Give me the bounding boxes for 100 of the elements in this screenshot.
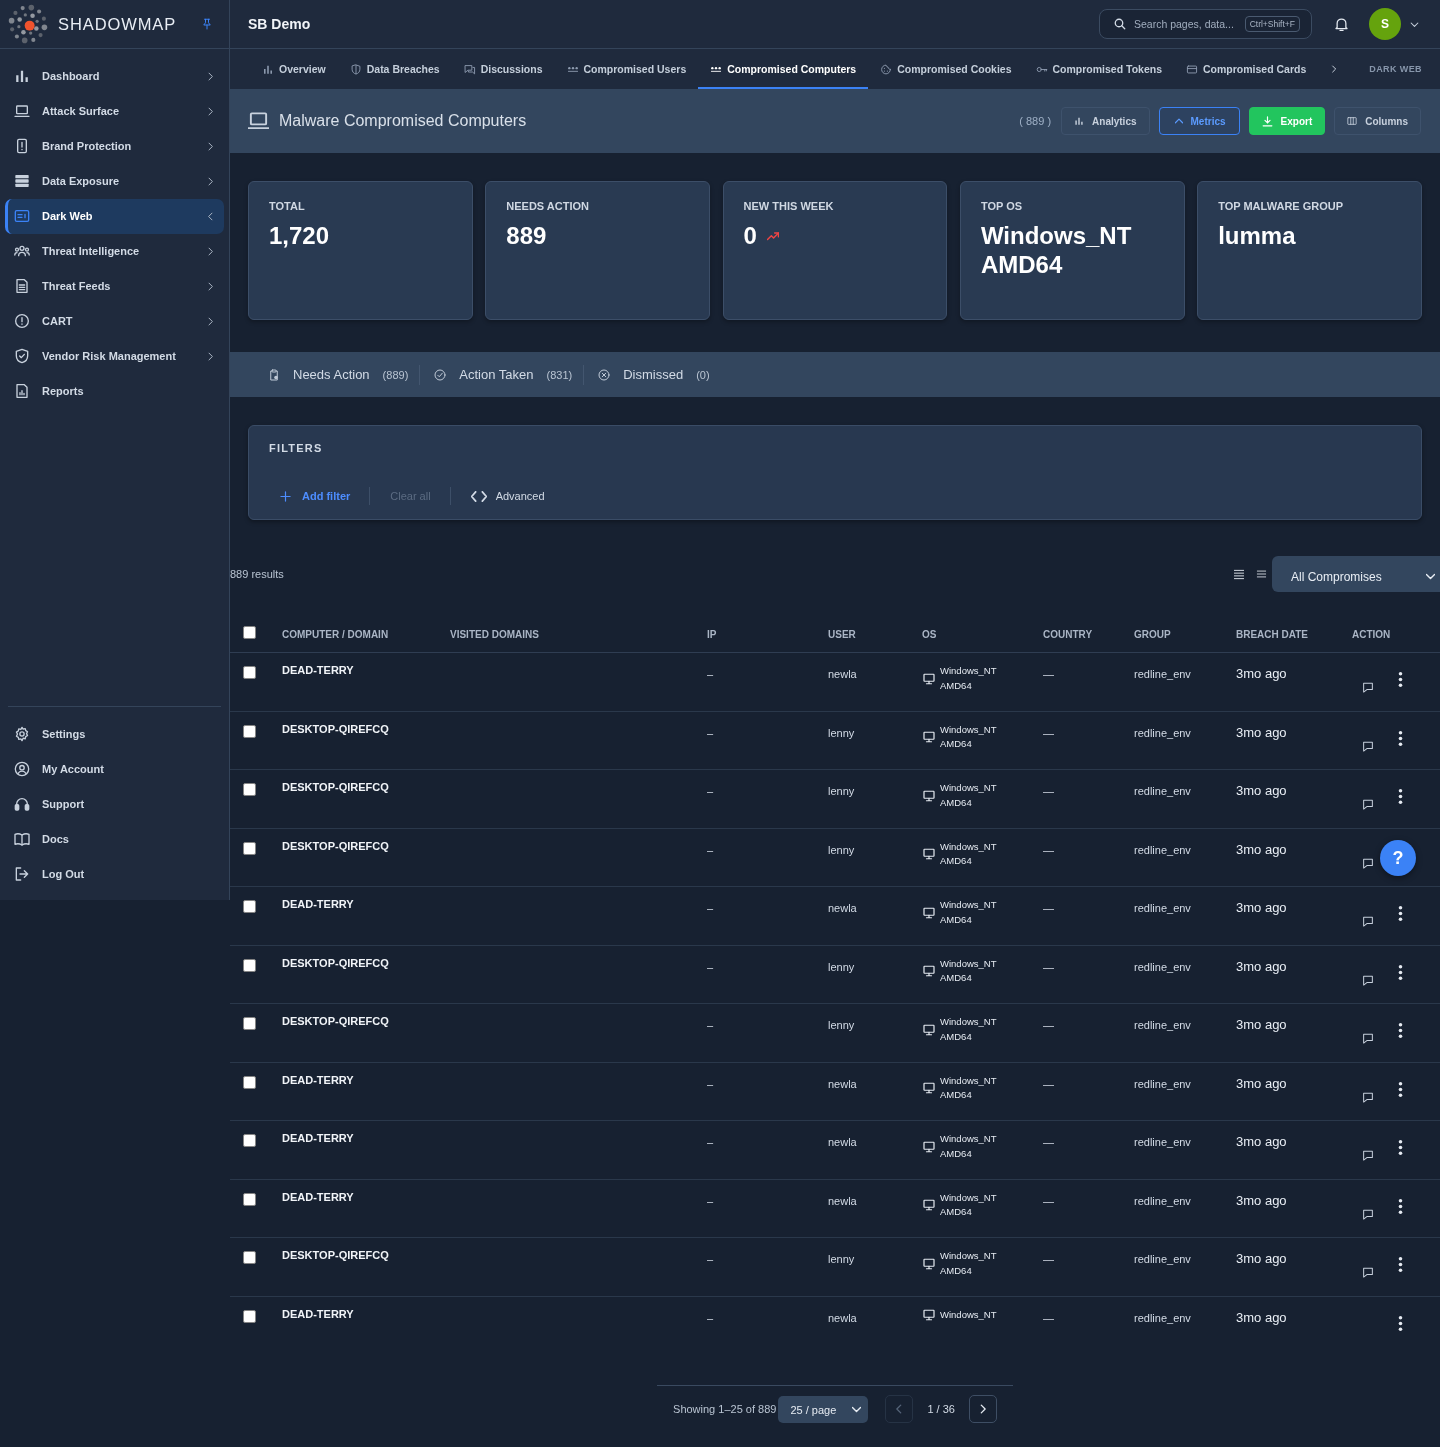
os-name: Windows_NT AMD64 [940,1249,997,1278]
kebab-menu-icon[interactable] [1398,1023,1403,1038]
nav-item[interactable]: CART [5,303,224,339]
comment-icon[interactable] [1362,974,1374,986]
nav-item[interactable]: Support [5,786,224,822]
kebab-menu-icon[interactable] [1398,1081,1403,1097]
comment-icon[interactable] [1362,916,1374,927]
comment-icon[interactable] [1362,857,1374,869]
nav-item[interactable]: Data Exposure [5,163,224,199]
user-name: newla [828,1311,857,1324]
kebab-menu-icon[interactable] [1398,1315,1403,1331]
comment-icon[interactable] [1362,799,1374,810]
column-header: IP [707,628,717,640]
nav-item[interactable]: Log Out [5,856,224,892]
kebab-menu-icon[interactable] [1398,730,1403,746]
ip-value: – [707,902,714,914]
pin-icon[interactable] [201,17,213,31]
next-page-button[interactable] [968,1395,997,1423]
nav-item[interactable]: Docs [5,821,224,857]
select-all-checkbox[interactable] [243,626,256,639]
country-value: — [1043,668,1054,680]
breach-date: 3mo ago [1236,958,1287,974]
nav-item[interactable]: My Account [5,751,224,787]
breach-date: 3mo ago [1236,1017,1287,1032]
os-name: Windows_NT AMD64 [940,1190,997,1219]
bell-icon[interactable] [1334,16,1349,32]
breach-date: 3mo ago [1236,900,1287,915]
kebab-menu-icon[interactable] [1398,672,1403,687]
report-icon [14,383,30,399]
chevron-right-icon[interactable] [1330,64,1339,74]
metric-label: TOP OS [980,199,1024,213]
add-filter-button[interactable]: Add filter [269,490,370,502]
tab[interactable]: Compromised Cookies [868,49,1024,89]
row-checkbox[interactable] [243,1251,256,1264]
row-checkbox[interactable] [243,724,256,738]
metrics-button[interactable]: Metrics [1158,107,1240,135]
list-icon[interactable] [1256,569,1267,579]
kebab-menu-icon[interactable] [1398,964,1403,980]
chevron-down-icon[interactable] [1410,19,1419,29]
nav-item[interactable]: Settings [5,716,224,752]
tab[interactable]: Discussions [451,49,555,89]
row-checkbox[interactable] [243,900,256,913]
breach-date: 3mo ago [1236,1075,1287,1091]
user-name: lenny [828,1019,855,1031]
tab[interactable]: Data Breaches [337,49,452,89]
row-checkbox[interactable] [243,1192,256,1206]
status-tab[interactable]: Needs Action (889) [268,367,409,382]
status-tab[interactable]: Action Taken (831) [434,367,573,382]
kebab-menu-icon[interactable] [1398,1140,1403,1155]
view-filter-dropdown[interactable]: All Compromises [1272,556,1440,592]
comment-icon[interactable] [1362,1267,1374,1278]
comment-icon[interactable] [1362,1091,1374,1103]
row-checkbox[interactable] [243,1075,256,1089]
tab[interactable]: Compromised Cards [1174,49,1319,89]
columns-icon [1347,116,1358,126]
row-checkbox[interactable] [243,666,256,679]
nav-item[interactable]: Threat Feeds [5,268,224,304]
nav-item[interactable]: Threat Intelligence [5,233,224,269]
shortcut-hint: Ctrl+Shift+F [1244,16,1300,32]
row-checkbox[interactable] [243,1134,256,1147]
tab[interactable]: Compromised Tokens [1023,49,1175,89]
row-checkbox[interactable] [243,841,256,855]
tab[interactable]: Overview [250,49,338,89]
comment-icon[interactable] [1362,682,1374,693]
dense-list-icon[interactable] [1233,568,1245,580]
columns-button[interactable]: Columns [1334,107,1421,135]
row-checkbox[interactable] [243,1017,256,1030]
os-name: Windows_NT AMD64 [940,664,997,693]
shield-check-icon [14,348,30,364]
row-checkbox[interactable] [243,1309,256,1323]
nav-item[interactable]: Dark Web [5,198,224,234]
nav-item[interactable]: Brand Protection [5,128,224,164]
kebab-menu-icon[interactable] [1398,789,1403,804]
monitor-icon [922,1308,936,1321]
kebab-menu-icon[interactable] [1398,906,1403,921]
tab[interactable]: Compromised Users [554,49,699,89]
search-input[interactable]: Search pages, data... [1134,18,1237,30]
page-size-select[interactable]: 25 / page [778,1395,869,1423]
metric-value: Windows_NT AMD64 [980,221,1133,279]
brand-name: SHADOWMAP [58,14,178,34]
comment-icon[interactable] [1362,740,1374,752]
nav-item[interactable]: Dashboard [5,58,224,94]
nav-item[interactable]: Attack Surface [5,93,224,129]
search-field[interactable]: Search pages, data... Ctrl+Shift+F [1099,9,1312,39]
comment-icon[interactable] [1362,1150,1374,1161]
help-button[interactable]: ? [1380,840,1416,876]
nav-item[interactable]: Vendor Risk Management [5,338,224,374]
analytics-button[interactable]: Analytics [1061,107,1150,135]
kebab-menu-icon[interactable] [1398,1257,1403,1272]
kebab-menu-icon[interactable] [1398,1198,1403,1214]
group-name: redline_env [1134,1019,1191,1031]
row-checkbox[interactable] [243,783,256,796]
comment-icon[interactable] [1362,1033,1374,1044]
nav-item[interactable]: Reports [5,373,224,409]
country-value: — [1043,726,1054,739]
row-checkbox[interactable] [243,958,256,972]
metric-value: 889 [506,221,547,250]
comment-icon[interactable] [1362,1208,1374,1220]
status-tab[interactable]: Dismissed (0) [598,367,710,382]
advanced-button[interactable]: Advanced [450,490,545,502]
